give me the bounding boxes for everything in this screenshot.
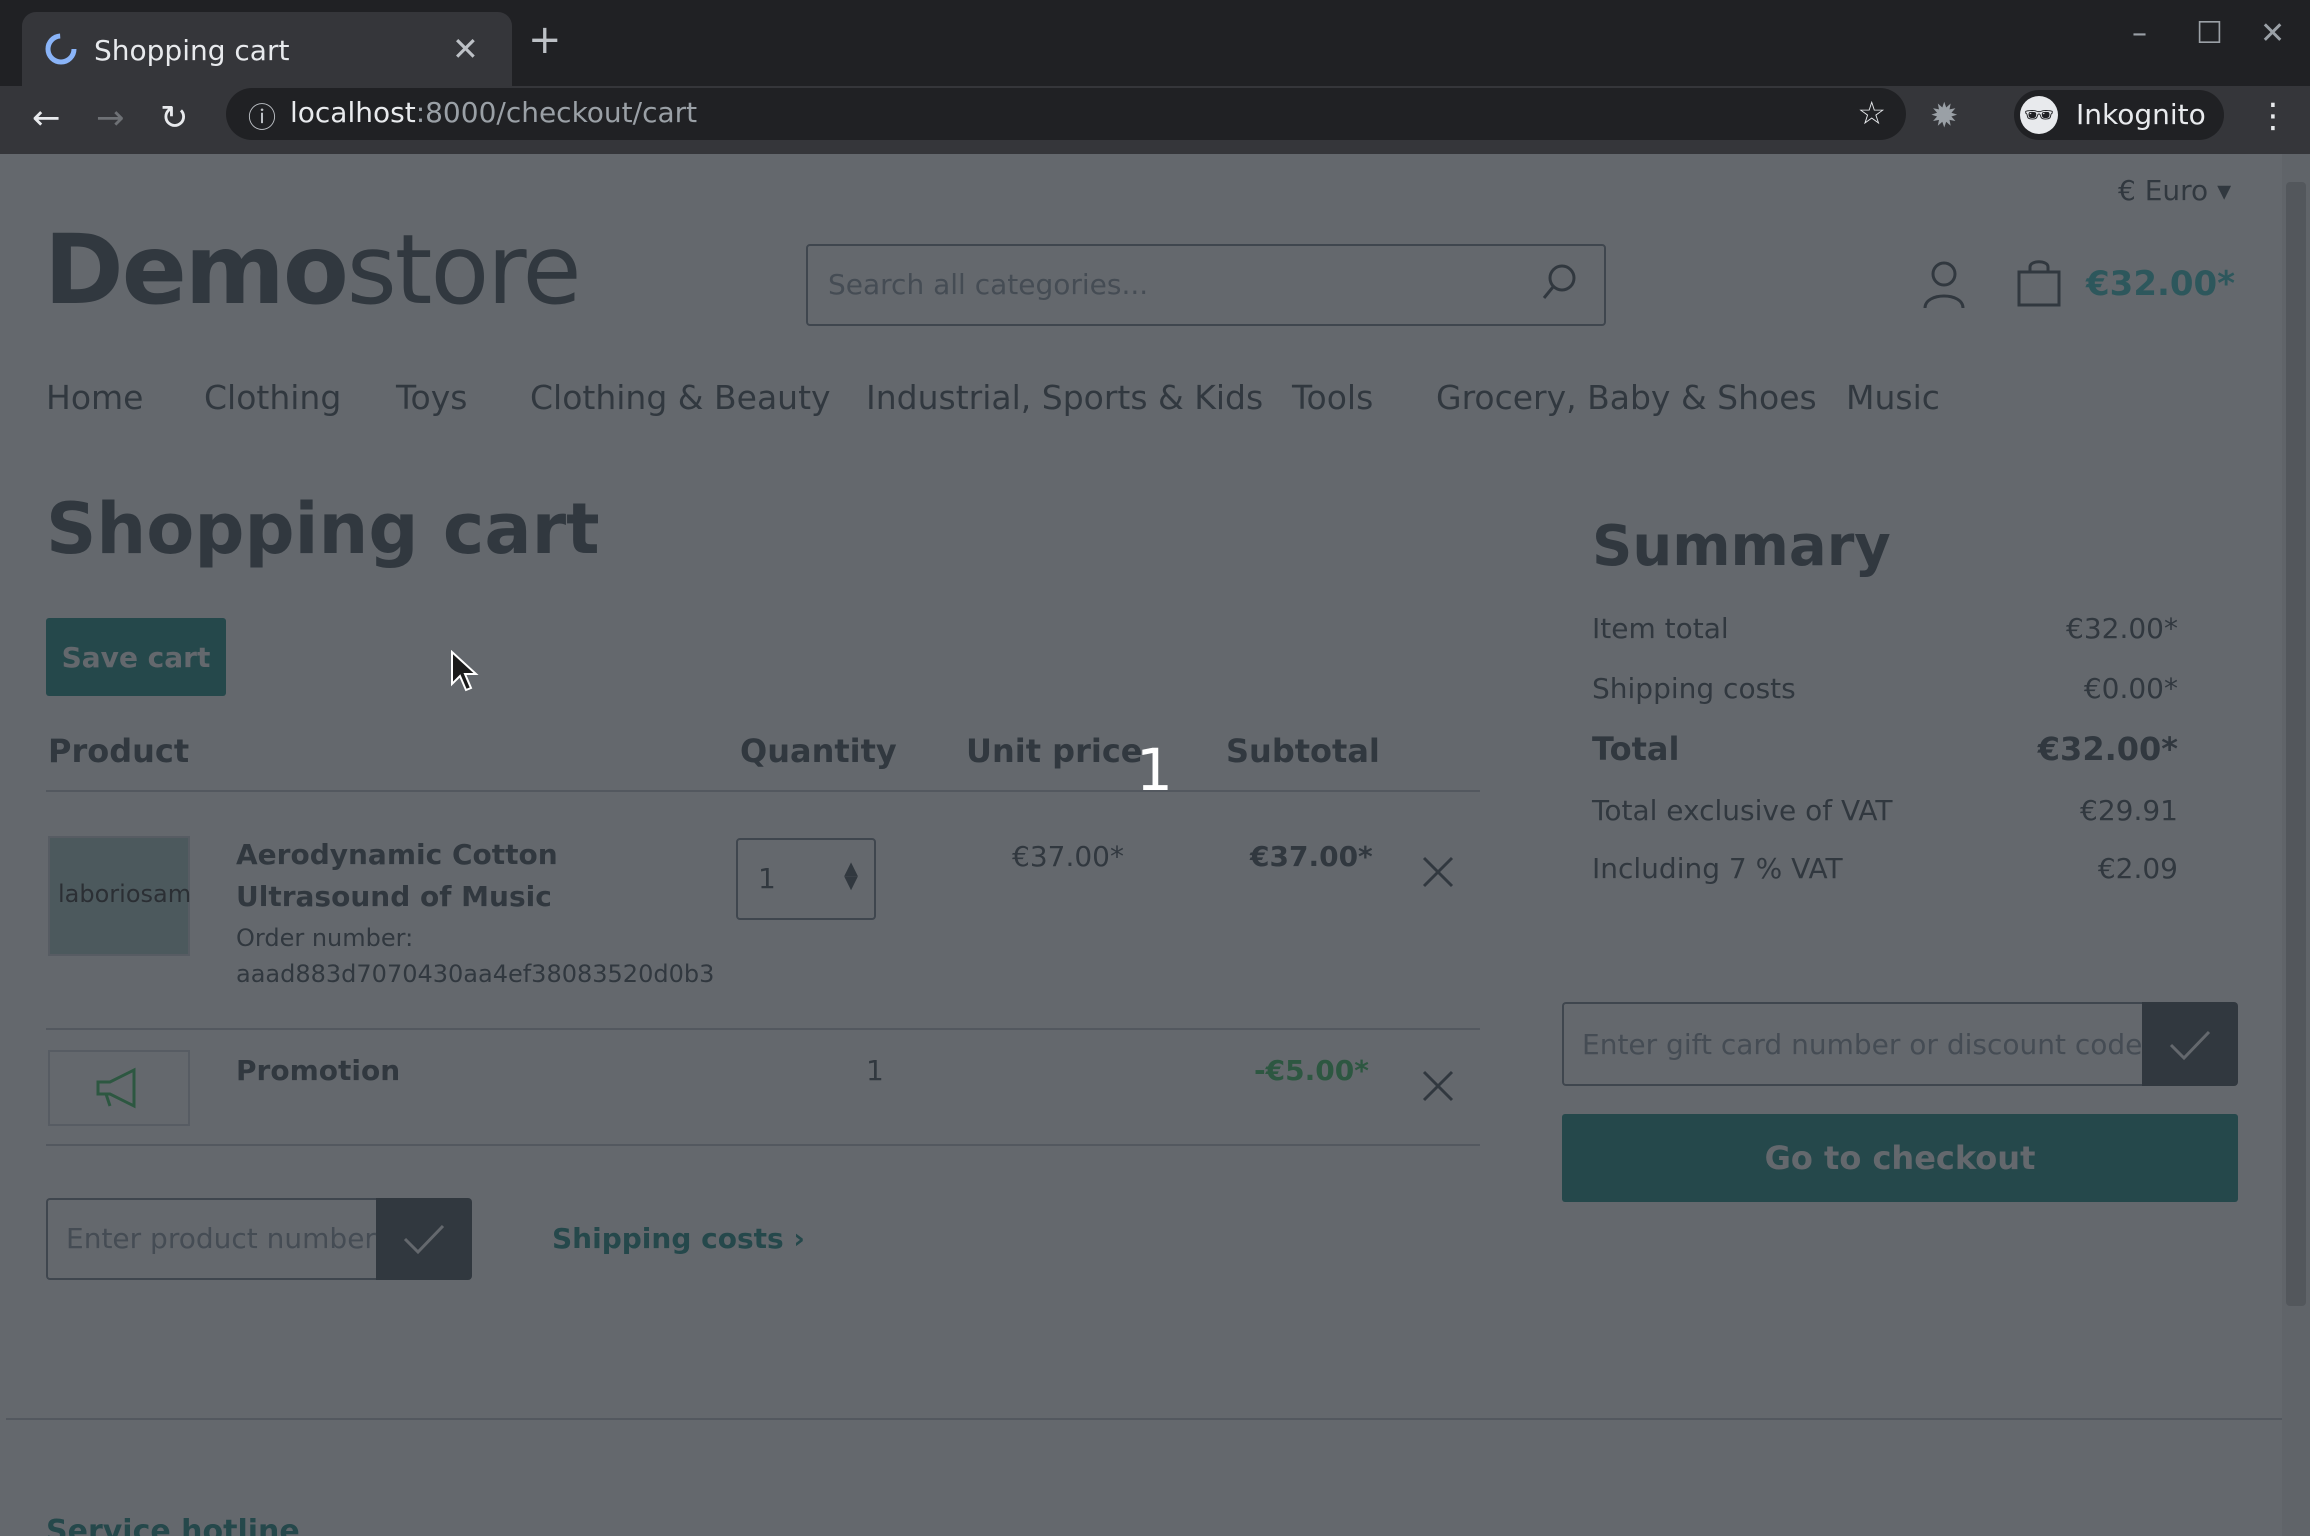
checkmark-icon <box>2169 1030 2211 1061</box>
nav-item-home[interactable]: Home <box>46 378 143 417</box>
bookmark-star-icon[interactable]: ☆ <box>1857 94 1886 132</box>
browser-tab[interactable]: Shopping cart ✕ <box>22 12 512 86</box>
nav-item-music[interactable]: Music <box>1846 378 1940 417</box>
incognito-profile[interactable]: 🕶 Inkognito <box>2014 90 2224 140</box>
tab-title: Shopping cart <box>94 34 290 67</box>
discount-code-placeholder: Enter gift card number or discount code.… <box>1582 1028 2170 1061</box>
cart-icon[interactable] <box>2016 258 2062 308</box>
row-divider <box>46 1144 1480 1146</box>
summary-vat-value: €2.09 <box>2097 852 2178 885</box>
header-cart-total[interactable]: €32.00* <box>2086 264 2235 304</box>
incognito-label: Inkognito <box>2076 98 2206 131</box>
browser-chrome: Shopping cart ✕ + – ☐ ✕ ← → ↻ ⓘ localhos… <box>0 0 2310 154</box>
shipping-costs-link[interactable]: Shipping costs › <box>552 1222 805 1255</box>
account-icon[interactable] <box>1922 260 1966 310</box>
summary-shipping-label: Shipping costs <box>1592 672 1796 705</box>
checkmark-icon <box>403 1224 445 1255</box>
summary-item-total-value: €32.00* <box>2066 612 2178 645</box>
megaphone-icon <box>96 1067 136 1109</box>
summary-title: Summary <box>1592 514 1891 579</box>
table-header-divider <box>46 790 1480 792</box>
thumbnail-text: laboriosam <box>58 880 192 908</box>
add-product-button[interactable] <box>376 1198 472 1280</box>
page-title: Shopping cart <box>46 488 600 570</box>
store-logo[interactable]: Demostore <box>44 222 582 318</box>
nav-item-toys[interactable]: Toys <box>396 378 467 417</box>
minimize-icon[interactable]: – <box>2132 16 2147 51</box>
nav-item-industrial-sports-kids[interactable]: Industrial, Sports & Kids <box>866 378 1263 417</box>
product-name-link[interactable]: Aerodynamic Cotton Ultrasound of Music <box>236 834 736 918</box>
row-divider <box>46 1028 1480 1030</box>
promotion-subtotal: -€5.00* <box>1254 1054 1369 1087</box>
search-icon[interactable] <box>1540 262 1580 302</box>
summary-total-label: Total <box>1592 730 1680 768</box>
url-text: localhost:8000/checkout/cart <box>290 96 698 129</box>
currency-selector[interactable]: € Euro ▾ <box>2118 174 2231 207</box>
summary-net-value: €29.91 <box>2080 794 2178 827</box>
select-arrows-icon: ▲ ▼ <box>844 858 858 893</box>
page-scrollbar[interactable] <box>2282 154 2310 1536</box>
order-number-label: Order number: <box>236 924 414 952</box>
scrollbar-thumb[interactable] <box>2286 182 2306 1306</box>
close-window-icon[interactable]: ✕ <box>2260 16 2285 51</box>
search-input[interactable]: Search all categories... <box>806 244 1606 326</box>
forward-icon[interactable]: → <box>96 98 125 138</box>
summary-shipping-value: €0.00* <box>2083 672 2178 705</box>
new-tab-icon[interactable]: + <box>528 20 562 60</box>
footer-divider <box>6 1418 2282 1420</box>
product-number-input[interactable]: Enter product number <box>46 1198 378 1280</box>
summary-vat-label: Including 7 % VAT <box>1592 852 1843 885</box>
nav-item-grocery-baby-shoes[interactable]: Grocery, Baby & Shoes <box>1436 378 1817 417</box>
page-loading-icon <box>45 33 77 65</box>
search-placeholder: Search all categories... <box>828 268 1149 301</box>
remove-item-icon[interactable] <box>1420 854 1456 890</box>
site-info-icon[interactable]: ⓘ <box>248 96 276 136</box>
discount-code-input[interactable]: Enter gift card number or discount code.… <box>1562 1002 2169 1086</box>
close-tab-icon[interactable]: ✕ <box>452 30 479 68</box>
browser-menu-icon[interactable]: ⋮ <box>2256 96 2290 136</box>
column-header-product: Product <box>48 732 190 770</box>
extension-gear-icon[interactable]: ✹ <box>1930 96 1959 136</box>
promotion-quantity: 1 <box>866 1054 884 1087</box>
web-page: € Euro ▾ Demostore Search all categories… <box>6 154 2282 1536</box>
unit-price: €37.00* <box>1012 840 1124 873</box>
promotion-name: Promotion <box>236 1054 401 1087</box>
chevron-right-icon: › <box>793 1222 805 1255</box>
overlay-step-number: 1 <box>1136 736 1173 804</box>
address-bar[interactable]: ⓘ localhost:8000/checkout/cart ☆ <box>226 88 1906 140</box>
back-icon[interactable]: ← <box>32 98 61 138</box>
incognito-icon: 🕶 <box>2020 96 2058 134</box>
line-subtotal: €37.00* <box>1250 840 1373 873</box>
product-thumbnail[interactable]: laboriosam <box>48 836 192 956</box>
column-header-quantity: Quantity <box>740 732 897 770</box>
remove-promotion-icon[interactable] <box>1420 1068 1456 1104</box>
quantity-value: 1 <box>758 862 776 895</box>
column-header-unit-price: Unit price <box>966 732 1143 770</box>
service-hotline-heading: Service hotline <box>46 1514 300 1536</box>
summary-total-value: €32.00* <box>2037 730 2178 768</box>
promotion-thumbnail <box>48 1050 190 1126</box>
mouse-cursor-icon <box>451 650 479 692</box>
go-to-checkout-button[interactable]: Go to checkout <box>1562 1114 2238 1202</box>
nav-item-tools[interactable]: Tools <box>1292 378 1373 417</box>
save-cart-button[interactable]: Save cart <box>46 618 226 696</box>
reload-icon[interactable]: ↻ <box>160 98 189 138</box>
product-number-placeholder: Enter product number <box>66 1222 376 1255</box>
nav-item-clothing-beauty[interactable]: Clothing & Beauty <box>530 378 831 417</box>
apply-discount-button[interactable] <box>2142 1002 2238 1086</box>
quantity-select[interactable]: 1 ▲ ▼ <box>736 838 876 920</box>
nav-item-clothing[interactable]: Clothing <box>204 378 341 417</box>
summary-item-total-label: Item total <box>1592 612 1729 645</box>
order-number-value: aaad883d7070430aa4ef38083520d0b3 <box>236 960 715 988</box>
maximize-icon[interactable]: ☐ <box>2196 16 2223 51</box>
summary-net-label: Total exclusive of VAT <box>1592 794 1893 827</box>
column-header-subtotal: Subtotal <box>1226 732 1380 770</box>
